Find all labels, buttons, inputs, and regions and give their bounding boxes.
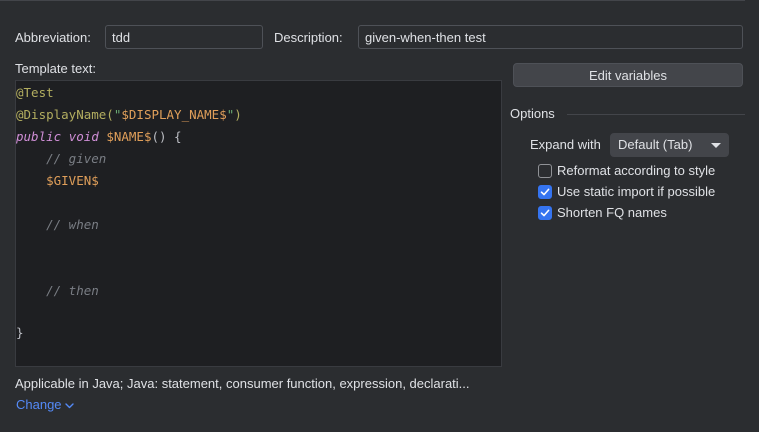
code-plain: } [16, 325, 24, 340]
expand-with-label: Expand with [530, 137, 601, 152]
code-annotation: @DisplayName( [16, 107, 114, 122]
code-line-10: // then [16, 281, 99, 301]
code-comment: // when [16, 217, 99, 232]
code-line-1: @Test [16, 83, 54, 103]
reformat-label: Reformat according to style [557, 163, 716, 178]
shorten-fq-checkbox[interactable] [538, 206, 552, 220]
code-plain: () { [151, 129, 182, 144]
code-annotation: ) [234, 107, 242, 122]
description-input[interactable] [358, 25, 743, 49]
check-icon [540, 209, 550, 217]
code-annotation: @Test [16, 85, 54, 100]
options-title: Options [510, 106, 555, 121]
code-line-3: public void $NAME$() { [16, 127, 182, 147]
code-variable: $DISPLAY_NAME$ [121, 107, 227, 122]
code-line-5: $GIVEN$ [16, 171, 99, 191]
template-editor[interactable]: @Test @DisplayName("$DISPLAY_NAME$") pub… [15, 80, 502, 367]
template-text-label: Template text: [15, 61, 96, 76]
chevron-down-icon [711, 143, 721, 148]
code-variable: $GIVEN$ [46, 173, 99, 188]
options-divider [567, 114, 745, 115]
static-import-checkbox[interactable] [538, 185, 552, 199]
reformat-checkbox[interactable] [538, 164, 552, 178]
edit-variables-button[interactable]: Edit variables [513, 63, 743, 87]
code-comment: // given [16, 151, 107, 166]
top-divider [0, 0, 745, 1]
description-label: Description: [274, 30, 343, 45]
abbreviation-input[interactable] [105, 25, 263, 49]
code-variable: $NAME$ [106, 129, 152, 144]
shorten-fq-label: Shorten FQ names [557, 205, 667, 220]
abbreviation-label: Abbreviation: [15, 30, 91, 45]
chevron-down-icon [64, 402, 74, 408]
change-context-link[interactable]: Change [16, 397, 74, 413]
code-keyword: void [68, 129, 99, 144]
code-line-13: } [16, 323, 24, 343]
change-link-label: Change [16, 397, 62, 412]
code-comment: // then [16, 283, 99, 298]
code-line-7: // when [16, 215, 99, 235]
expand-with-dropdown[interactable]: Default (Tab) [610, 133, 729, 157]
static-import-label: Use static import if possible [557, 184, 716, 199]
code-line-4: // given [16, 149, 106, 169]
applicable-context-text: Applicable in Java; Java: statement, con… [15, 376, 470, 391]
expand-with-value: Default (Tab) [618, 137, 693, 152]
code-line-2: @DisplayName("$DISPLAY_NAME$") [16, 105, 242, 125]
code-keyword: public [16, 129, 62, 144]
check-icon [540, 188, 550, 196]
